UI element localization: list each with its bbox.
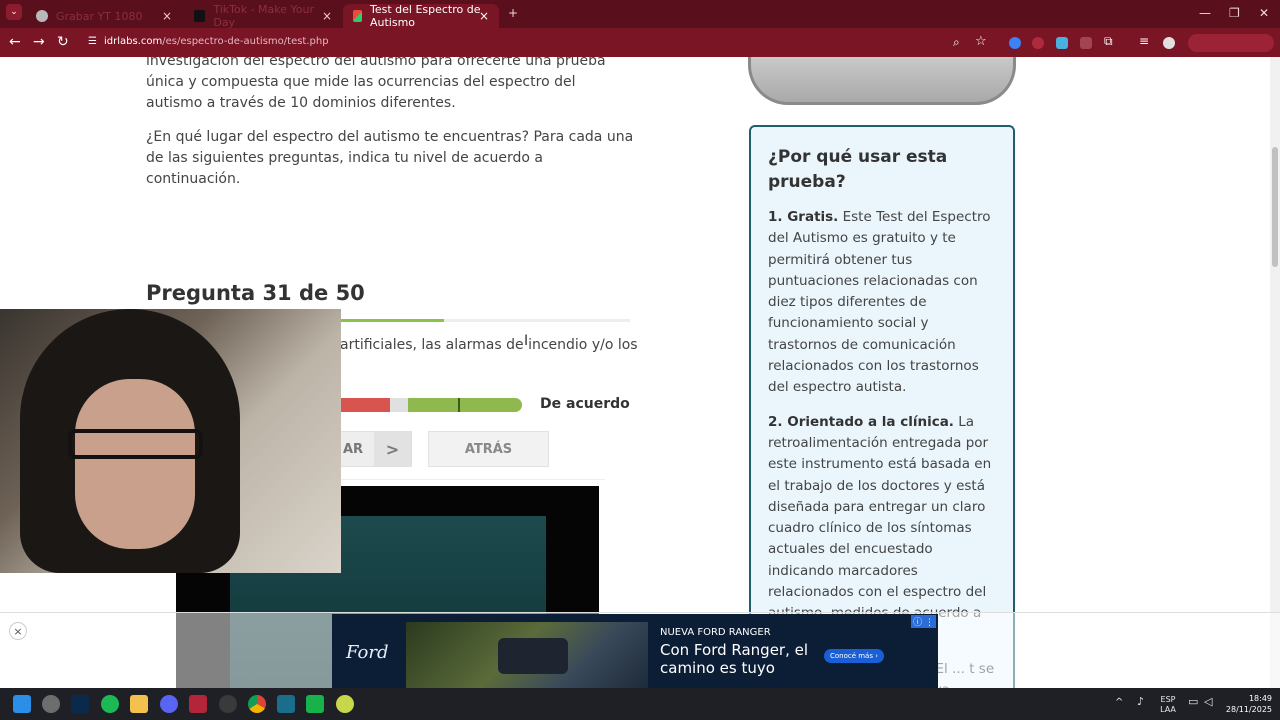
extension-icon[interactable] [1080, 37, 1092, 49]
photoshop-icon[interactable] [71, 695, 89, 713]
minimize-icon[interactable]: — [1199, 6, 1211, 20]
why-use-item: 2. Orientado a la clínica. La retroalime… [768, 413, 992, 643]
volume-icon[interactable]: ◁ [1204, 696, 1212, 707]
browser-nav-bar: ← → ↻ ☰ idrlabs.com/es/espectro-de-autis… [0, 28, 1280, 57]
ad-headline: Con Ford Ranger, el camino es tuyo [660, 641, 809, 677]
tab-favicon-icon [36, 10, 48, 22]
ford-logo: Ford [346, 642, 389, 663]
webcam-person-glasses [68, 429, 203, 459]
ad-photo [406, 622, 648, 689]
tab-search-icon[interactable]: ⌄ [6, 4, 22, 20]
question-title: Pregunta 31 de 50 [146, 281, 365, 305]
ad-banner-bar: × Ford NUEVA FORD RANGER Con Ford Ranger… [0, 612, 1280, 689]
webcam-overlay [0, 309, 341, 573]
question-progress-fill [340, 319, 445, 322]
why-use-box: ¿Por qué usar esta prueba? 1. Gratis. Es… [749, 125, 1015, 688]
profile-button[interactable] [1188, 34, 1274, 52]
system-clock[interactable]: 18:49 28/11/2025 [1222, 693, 1272, 715]
scale-disagree-segment[interactable] [340, 398, 390, 412]
divider [340, 479, 605, 480]
ford-ad[interactable]: Ford NUEVA FORD RANGER Con Ford Ranger, … [332, 614, 938, 689]
url-text: idrlabs.com/es/espectro-de-autismo/test.… [104, 36, 329, 47]
reload-icon[interactable]: ↻ [57, 34, 69, 50]
extensions-puzzle-icon[interactable]: ⧉ [1104, 34, 1113, 49]
web-page: investigación del espectro del autismo p… [0, 57, 1280, 688]
vegas-icon[interactable] [277, 695, 295, 713]
extension-icon[interactable] [1032, 37, 1044, 49]
profile-avatar-icon[interactable] [1163, 37, 1175, 49]
app-icon[interactable] [336, 695, 354, 713]
back-button[interactable]: ATRÁS [428, 431, 549, 467]
tab-tiktok[interactable]: TikTok - Make Your Day × [184, 3, 342, 29]
new-tab-icon[interactable]: + [508, 6, 518, 20]
tab-label: Test del Espectro de Autismo [369, 3, 481, 29]
idrlabs-favicon-icon [353, 10, 362, 22]
language-indicator[interactable]: ESP LAA [1158, 695, 1178, 715]
scrollbar-thumb[interactable] [1272, 147, 1278, 267]
reading-list-icon[interactable]: ≡ [1139, 34, 1149, 48]
site-info-icon[interactable]: ☰ [88, 36, 97, 47]
app-icon[interactable] [189, 695, 207, 713]
sidebar-image [748, 57, 1016, 105]
network-icon[interactable]: ▭ [1188, 696, 1198, 707]
ad-subtitle: NUEVA FORD RANGER [660, 627, 771, 638]
app-icon[interactable] [42, 695, 60, 713]
file-explorer-icon[interactable] [130, 695, 148, 713]
webcam-person-face [75, 379, 195, 549]
scale-marker [458, 398, 460, 412]
tab-close-icon[interactable]: × [162, 9, 172, 23]
zoom-icon[interactable]: ⌕ [953, 35, 960, 50]
extension-icon[interactable] [1009, 37, 1021, 49]
scale-neutral-segment[interactable] [390, 398, 408, 412]
ad-cta-button[interactable]: Conocé más › [824, 649, 884, 663]
back-arrow-icon[interactable]: ← [9, 34, 21, 50]
question-progress-bar [340, 319, 630, 322]
close-window-icon[interactable]: ✕ [1259, 6, 1269, 20]
question-text: artificiales, las alarmas de incendio y/… [340, 337, 638, 353]
agreement-scale[interactable] [340, 398, 522, 412]
ad-close-button[interactable]: × [9, 622, 27, 640]
tiktok-icon [194, 10, 206, 22]
ad-info-icon[interactable]: ⓘ ⋮ [911, 615, 936, 628]
obs-icon[interactable] [219, 695, 237, 713]
windows-taskbar: ^ ♪ ESP LAA ▭ ◁ 18:49 28/11/2025 [0, 688, 1280, 720]
browser-tab-bar: ⌄ Grabar YT 1080 × TikTok - Make Your Da… [0, 0, 1280, 29]
chrome-icon[interactable] [248, 695, 266, 713]
spotify-icon[interactable] [101, 695, 119, 713]
next-button-label: AR [343, 441, 364, 457]
app-icon[interactable] [306, 695, 324, 713]
tab-close-icon[interactable]: × [479, 9, 489, 23]
tab-autism-test[interactable]: Test del Espectro de Autismo × [343, 3, 499, 29]
next-button[interactable]: AR > [340, 431, 412, 467]
tab-grabar[interactable]: Grabar YT 1080 × [26, 4, 182, 28]
why-use-item: 1. Gratis. Este Test del Espectro del Au… [768, 209, 991, 396]
microphone-icon[interactable]: ♪ [1137, 696, 1144, 707]
why-use-title: ¿Por qué usar esta prueba? [768, 147, 948, 192]
tab-label: TikTok - Make Your Day [213, 3, 314, 29]
text-cursor-icon: I [524, 333, 529, 349]
tray-chevron-icon[interactable]: ^ [1115, 698, 1123, 708]
tab-label: Grabar YT 1080 [56, 9, 143, 23]
scale-label-agree: De acuerdo [540, 396, 630, 412]
tab-close-icon[interactable]: × [322, 9, 332, 23]
truck-image [498, 638, 568, 674]
page-scrollbar[interactable] [1270, 57, 1280, 688]
chevron-right-icon: > [374, 432, 411, 466]
forward-arrow-icon[interactable]: → [33, 34, 45, 50]
question-prompt: ¿En qué lugar del espectro del autismo t… [146, 129, 634, 187]
extension-icon[interactable] [1056, 37, 1068, 49]
maximize-icon[interactable]: ❐ [1229, 6, 1240, 20]
windows-start-icon[interactable] [13, 695, 31, 713]
discord-icon[interactable] [160, 695, 178, 713]
scale-agree-segment[interactable] [408, 398, 522, 412]
bookmark-star-icon[interactable]: ☆ [975, 34, 987, 49]
intro-paragraph: investigación del espectro del autismo p… [146, 57, 606, 111]
